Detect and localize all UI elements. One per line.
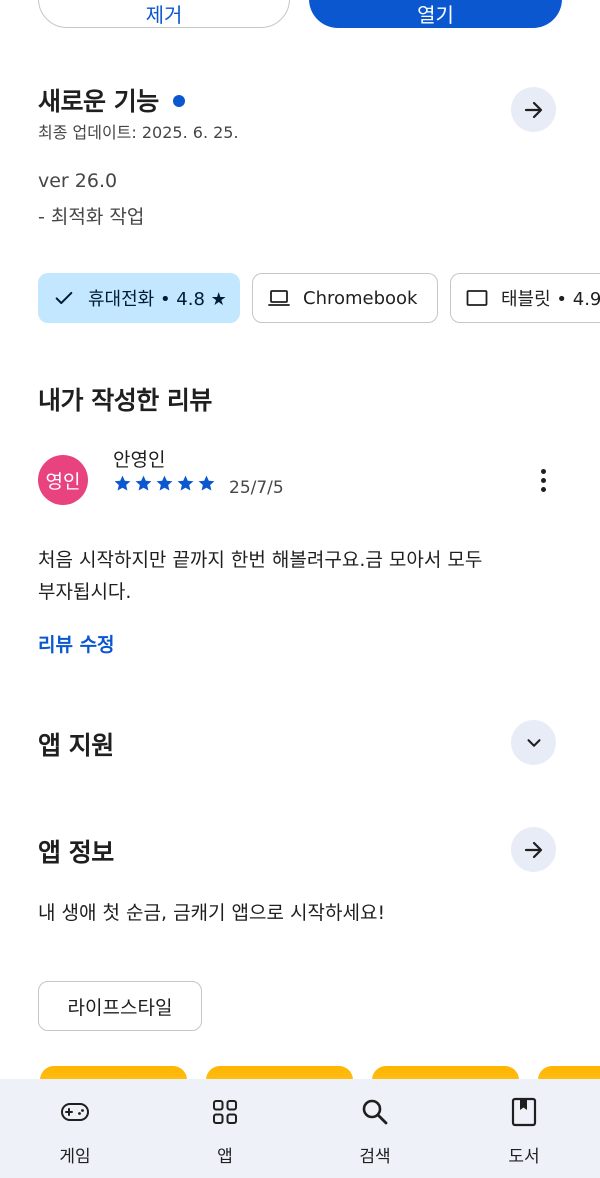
avatar: 영인 bbox=[38, 455, 88, 505]
whats-new-arrow-button[interactable] bbox=[511, 87, 556, 132]
nav-apps[interactable]: 앱 bbox=[165, 1079, 285, 1178]
review-more-button[interactable] bbox=[528, 462, 558, 498]
my-review-title: 내가 작성한 리뷰 bbox=[38, 386, 212, 415]
app-info-title: 앱 정보 bbox=[38, 838, 114, 867]
uninstall-button[interactable]: 제거 bbox=[38, 0, 290, 28]
check-icon bbox=[52, 286, 76, 310]
arrow-right-icon bbox=[524, 841, 542, 858]
review-date: 25/7/5 bbox=[229, 478, 284, 498]
book-icon bbox=[509, 1097, 539, 1127]
chip-tablet-label: 태블릿 • 4.9 ★ bbox=[501, 289, 600, 310]
version-text: ver 26.0 bbox=[38, 170, 118, 192]
search-icon bbox=[360, 1097, 390, 1127]
review-author: 안영인 bbox=[113, 449, 166, 471]
uninstall-button-label: 제거 bbox=[145, 2, 183, 27]
chip-chromebook[interactable]: Chromebook bbox=[252, 273, 438, 323]
whats-new-title-row: 새로운 기능 bbox=[38, 82, 185, 118]
nav-apps-label: 앱 bbox=[217, 1147, 233, 1167]
chip-chromebook-label: Chromebook bbox=[303, 287, 418, 309]
arrow-right-icon bbox=[524, 101, 542, 118]
star-icon bbox=[135, 475, 152, 491]
review-text-line2: 부자됩시다. bbox=[38, 581, 132, 603]
star-icon bbox=[198, 475, 215, 491]
open-button[interactable]: 열기 bbox=[309, 0, 562, 28]
star-icon bbox=[114, 475, 131, 491]
chip-phone-label: 휴대전화 • 4.8 ★ bbox=[88, 289, 227, 310]
category-chip[interactable]: 라이프스타일 bbox=[38, 981, 202, 1031]
gamepad-icon bbox=[60, 1097, 90, 1127]
review-text-line1: 처음 시작하지만 끝까지 한번 해볼려구요.금 모아서 모두 bbox=[38, 549, 483, 571]
whats-new-title: 새로운 기능 bbox=[38, 87, 159, 116]
bottom-nav: 게임 앱 검색 도서 bbox=[0, 1079, 600, 1178]
chevron-down-icon bbox=[526, 738, 541, 747]
laptop-icon bbox=[267, 286, 291, 310]
app-support-expand-button[interactable] bbox=[511, 720, 556, 765]
new-indicator-dot bbox=[172, 95, 185, 107]
nav-games-label: 게임 bbox=[59, 1147, 91, 1167]
chip-phone[interactable]: 휴대전화 • 4.8 ★ bbox=[38, 273, 240, 323]
app-description: 내 생애 첫 순금, 금캐기 앱으로 시작하세요! bbox=[38, 902, 386, 924]
star-icon bbox=[156, 475, 173, 491]
star-icon bbox=[177, 475, 194, 491]
review-rating-stars bbox=[113, 474, 216, 493]
apps-grid-icon bbox=[210, 1097, 240, 1127]
app-info-arrow-button[interactable] bbox=[511, 827, 556, 872]
tablet-icon bbox=[465, 286, 489, 310]
open-button-label: 열기 bbox=[417, 2, 454, 27]
nav-books-label: 도서 bbox=[508, 1147, 540, 1167]
app-support-title: 앱 지원 bbox=[38, 731, 114, 760]
nav-search[interactable]: 검색 bbox=[315, 1079, 435, 1178]
nav-games[interactable]: 게임 bbox=[15, 1079, 135, 1178]
release-note: - 최적화 작업 bbox=[38, 206, 145, 228]
edit-review-link[interactable]: 리뷰 수정 bbox=[38, 630, 115, 657]
more-vert-icon bbox=[540, 468, 546, 492]
chip-tablet[interactable]: 태블릿 • 4.9 ★ bbox=[450, 273, 600, 323]
nav-books[interactable]: 도서 bbox=[464, 1079, 584, 1178]
nav-search-label: 검색 bbox=[359, 1147, 391, 1167]
last-updated: 최종 업데이트: 2025. 6. 25. bbox=[38, 123, 239, 142]
